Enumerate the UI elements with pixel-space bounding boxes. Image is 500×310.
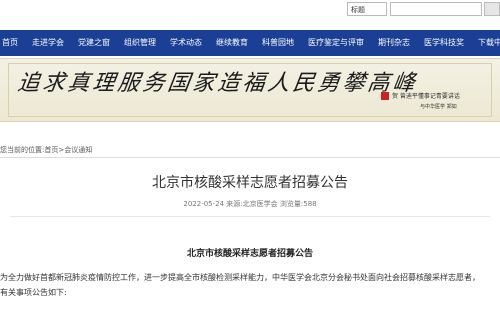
breadcrumb-divider: [0, 157, 500, 158]
breadcrumb-home[interactable]: 首页: [44, 146, 58, 154]
article-paragraph: 为全力做好首都新冠肺炎疫情防控工作，进一步提高全市核酸检测采样能力，中华医学会北…: [0, 270, 500, 300]
calligraphy-banner: 追求真理服务国家造福人民勇攀高峰 贺 曾迪平懂事记青要讲话 与中华医学 郑如: [0, 58, 500, 122]
banner-signature: 与中华医学 郑如: [420, 104, 457, 110]
nav-academic[interactable]: 学术动态: [163, 30, 209, 56]
title-divider: [10, 216, 490, 217]
search-scope-select[interactable]: 标题: [347, 2, 387, 16]
nav-education[interactable]: 继续教育: [209, 30, 255, 56]
nav-awards[interactable]: 医学科技奖: [417, 30, 471, 56]
article-views: 588: [303, 200, 317, 208]
nav-about[interactable]: 走进学会: [25, 30, 71, 56]
search-button[interactable]: [484, 2, 500, 16]
paragraph-line: 为全力做好首都新冠肺炎疫情防控工作，进一步提高全市核酸检测采样能力，中华医学会北…: [0, 273, 480, 282]
nav-home[interactable]: 首页: [0, 30, 25, 56]
nav-science[interactable]: 科普园地: [255, 30, 301, 56]
paragraph-line: 有关事项公告如下:: [0, 288, 67, 297]
banner-calligraphy: 追求真理服务国家造福人民勇攀高峰: [15, 71, 420, 96]
breadcrumb: 您当前的位置:首页>会议通知: [0, 145, 92, 155]
article-date: 2022-05-24: [183, 200, 225, 208]
breadcrumb-section[interactable]: 会议通知: [64, 146, 92, 154]
article-source: 来源:北京医学会: [226, 200, 278, 208]
nav-downloads[interactable]: 下载中心: [471, 30, 500, 56]
nav-organization[interactable]: 组织管理: [117, 30, 163, 56]
red-seal-icon: [381, 92, 389, 100]
article-meta: 2022-05-24 来源:北京医学会 浏览量:588: [0, 199, 500, 209]
article-heading: 北京市核酸采样志愿者招募公告: [186, 249, 313, 259]
page-title: 北京市核酸采样志愿者招募公告: [152, 175, 348, 191]
nav-appraisal[interactable]: 医疗鉴定与评审: [301, 30, 371, 56]
article-views-label: 浏览量:: [279, 200, 304, 208]
breadcrumb-prefix: 您当前的位置:: [0, 146, 45, 154]
search-input[interactable]: [390, 2, 482, 16]
main-nav: 首页 走进学会 党建之窗 组织管理 学术动态 继续教育 科普园地 医疗鉴定与评审…: [0, 30, 500, 56]
nav-party[interactable]: 党建之窗: [71, 30, 117, 56]
nav-journals[interactable]: 期刊杂志: [371, 30, 417, 56]
top-bar: 标题: [0, 0, 500, 30]
banner-inscription: 贺 曾迪平懂事记青要讲话: [392, 93, 460, 100]
